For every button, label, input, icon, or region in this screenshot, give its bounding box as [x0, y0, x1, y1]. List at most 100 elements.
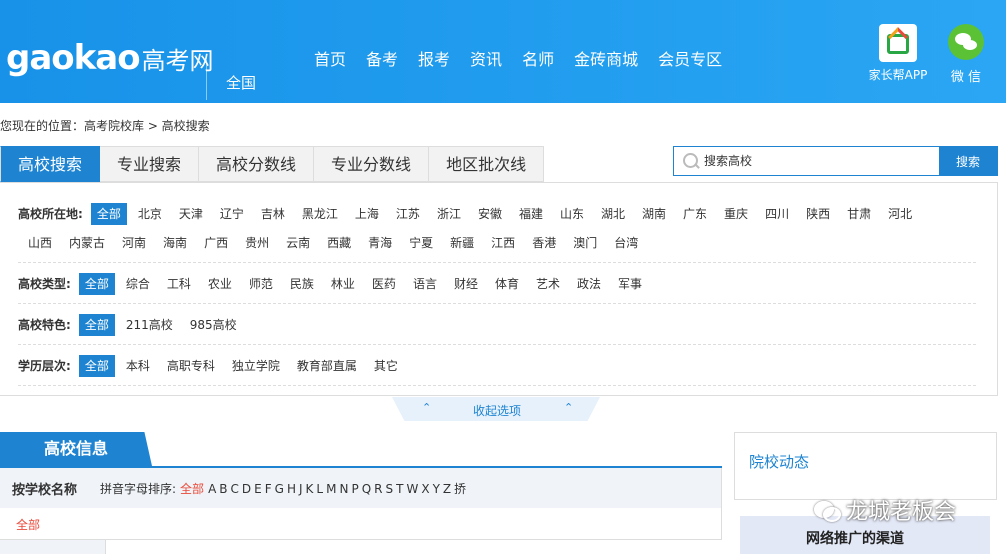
- pinyin-letter-link[interactable]: G: [275, 482, 284, 496]
- pinyin-letter-link[interactable]: C: [231, 482, 239, 496]
- location-option[interactable]: 重庆: [718, 203, 754, 225]
- tab-school-search[interactable]: 高校搜索: [0, 146, 101, 182]
- pinyin-letter-link[interactable]: S: [386, 482, 394, 496]
- level-option[interactable]: 本科: [120, 355, 156, 377]
- location-option[interactable]: 湖南: [636, 203, 672, 225]
- location-option[interactable]: 新疆: [444, 232, 480, 254]
- pinyin-letter-link[interactable]: J: [299, 482, 303, 496]
- pinyin-letter-link[interactable]: R: [374, 482, 382, 496]
- pinyin-letter-link[interactable]: A: [208, 482, 216, 496]
- location-option[interactable]: 香港: [526, 232, 562, 254]
- nav-prepare[interactable]: 备考: [366, 46, 398, 70]
- type-option[interactable]: 师范: [243, 273, 279, 295]
- tab-school-scores[interactable]: 高校分数线: [199, 146, 315, 182]
- school-news-title[interactable]: 院校动态: [749, 451, 809, 472]
- type-option[interactable]: 农业: [202, 273, 238, 295]
- type-option[interactable]: 体育: [489, 273, 525, 295]
- location-option[interactable]: 广东: [677, 203, 713, 225]
- pinyin-letter-link[interactable]: L: [316, 482, 323, 496]
- location-option[interactable]: 陕西: [800, 203, 836, 225]
- location-option[interactable]: 江西: [485, 232, 521, 254]
- school-info-tab[interactable]: 高校信息: [0, 432, 152, 466]
- pinyin-letter-link[interactable]: H: [287, 482, 296, 496]
- location-option[interactable]: 贵州: [239, 232, 275, 254]
- pinyin-letter-link[interactable]: Y: [433, 482, 440, 496]
- location-option[interactable]: 天津: [173, 203, 209, 225]
- pinyin-letter-link[interactable]: F: [265, 482, 272, 496]
- type-option[interactable]: 艺术: [530, 273, 566, 295]
- nav-apply[interactable]: 报考: [418, 46, 450, 70]
- pinyin-letter-link[interactable]: E: [254, 482, 262, 496]
- location-option[interactable]: 福建: [513, 203, 549, 225]
- location-option[interactable]: 江苏: [390, 203, 426, 225]
- all-results-link[interactable]: 全部: [16, 516, 40, 533]
- location-option[interactable]: 北京: [132, 203, 168, 225]
- feature-option[interactable]: 985高校: [184, 314, 243, 336]
- nav-mall[interactable]: 金砖商城: [574, 46, 638, 70]
- location-option[interactable]: 青海: [362, 232, 398, 254]
- search-button[interactable]: 搜索: [939, 147, 997, 175]
- pinyin-letter-link[interactable]: D: [242, 482, 251, 496]
- nav-teachers[interactable]: 名师: [522, 46, 554, 70]
- wechat-link[interactable]: 微 信: [944, 24, 988, 85]
- tab-major-scores[interactable]: 专业分数线: [314, 146, 430, 182]
- location-option[interactable]: 浙江: [431, 203, 467, 225]
- location-option[interactable]: 台湾: [608, 232, 644, 254]
- collapse-options-button[interactable]: ⌃ 收起选项 ⌃: [392, 397, 600, 421]
- type-option[interactable]: 医药: [366, 273, 402, 295]
- level-option[interactable]: 全部: [78, 355, 115, 377]
- site-logo[interactable]: gaokao高考网: [6, 38, 214, 78]
- search-input[interactable]: [704, 147, 939, 175]
- pinyin-letter-link[interactable]: K: [306, 482, 314, 496]
- nav-news[interactable]: 资讯: [470, 46, 502, 70]
- location-option[interactable]: 内蒙古: [63, 232, 111, 254]
- pinyin-letter-link[interactable]: Z: [443, 482, 451, 496]
- location-option[interactable]: 山东: [554, 203, 590, 225]
- pinyin-letter-link[interactable]: T: [396, 482, 403, 496]
- location-option[interactable]: 山西: [22, 232, 58, 254]
- location-option[interactable]: 湖北: [595, 203, 631, 225]
- location-option[interactable]: 安徽: [472, 203, 508, 225]
- type-option[interactable]: 财经: [448, 273, 484, 295]
- nav-member[interactable]: 会员专区: [658, 46, 722, 70]
- pinyin-letter-link[interactable]: B: [219, 482, 227, 496]
- type-option[interactable]: 军事: [612, 273, 648, 295]
- level-option[interactable]: 独立学院: [226, 355, 286, 377]
- type-option[interactable]: 民族: [284, 273, 320, 295]
- type-option[interactable]: 政法: [571, 273, 607, 295]
- location-option[interactable]: 西藏: [321, 232, 357, 254]
- level-option[interactable]: 教育部直属: [291, 355, 363, 377]
- type-option[interactable]: 语言: [407, 273, 443, 295]
- location-option[interactable]: 宁夏: [403, 232, 439, 254]
- location-option[interactable]: 黑龙江: [296, 203, 344, 225]
- pinyin-letter-link[interactable]: X: [421, 482, 429, 496]
- type-option[interactable]: 工科: [161, 273, 197, 295]
- pinyin-letter-link[interactable]: Q: [362, 482, 371, 496]
- region-selector[interactable]: 全国: [226, 72, 256, 93]
- feature-option[interactable]: 全部: [78, 314, 115, 336]
- pinyin-letter-link[interactable]: N: [339, 482, 348, 496]
- location-option[interactable]: 甘肃: [841, 203, 877, 225]
- pinyin-all-link[interactable]: 全部: [180, 482, 204, 496]
- type-option[interactable]: 全部: [78, 273, 115, 295]
- location-option[interactable]: 上海: [349, 203, 385, 225]
- feature-option[interactable]: 211高校: [120, 314, 179, 336]
- pinyin-letter-link[interactable]: M: [326, 482, 336, 496]
- nav-home[interactable]: 首页: [314, 46, 346, 70]
- location-option[interactable]: 河南: [116, 232, 152, 254]
- location-option[interactable]: 云南: [280, 232, 316, 254]
- type-option[interactable]: 综合: [120, 273, 156, 295]
- location-option[interactable]: 澳门: [567, 232, 603, 254]
- tab-region-batch[interactable]: 地区批次线: [429, 146, 545, 182]
- location-option[interactable]: 四川: [759, 203, 795, 225]
- location-option[interactable]: 辽宁: [214, 203, 250, 225]
- location-option[interactable]: 河北: [882, 203, 918, 225]
- pinyin-letter-link[interactable]: P: [351, 482, 358, 496]
- tab-major-search[interactable]: 专业搜索: [100, 146, 200, 182]
- pinyin-letter-link[interactable]: 挢: [454, 482, 466, 496]
- location-option[interactable]: 海南: [157, 232, 193, 254]
- level-option[interactable]: 高职专科: [161, 355, 221, 377]
- level-option[interactable]: 其它: [368, 355, 404, 377]
- location-option[interactable]: 广西: [198, 232, 234, 254]
- pinyin-letter-link[interactable]: W: [406, 482, 418, 496]
